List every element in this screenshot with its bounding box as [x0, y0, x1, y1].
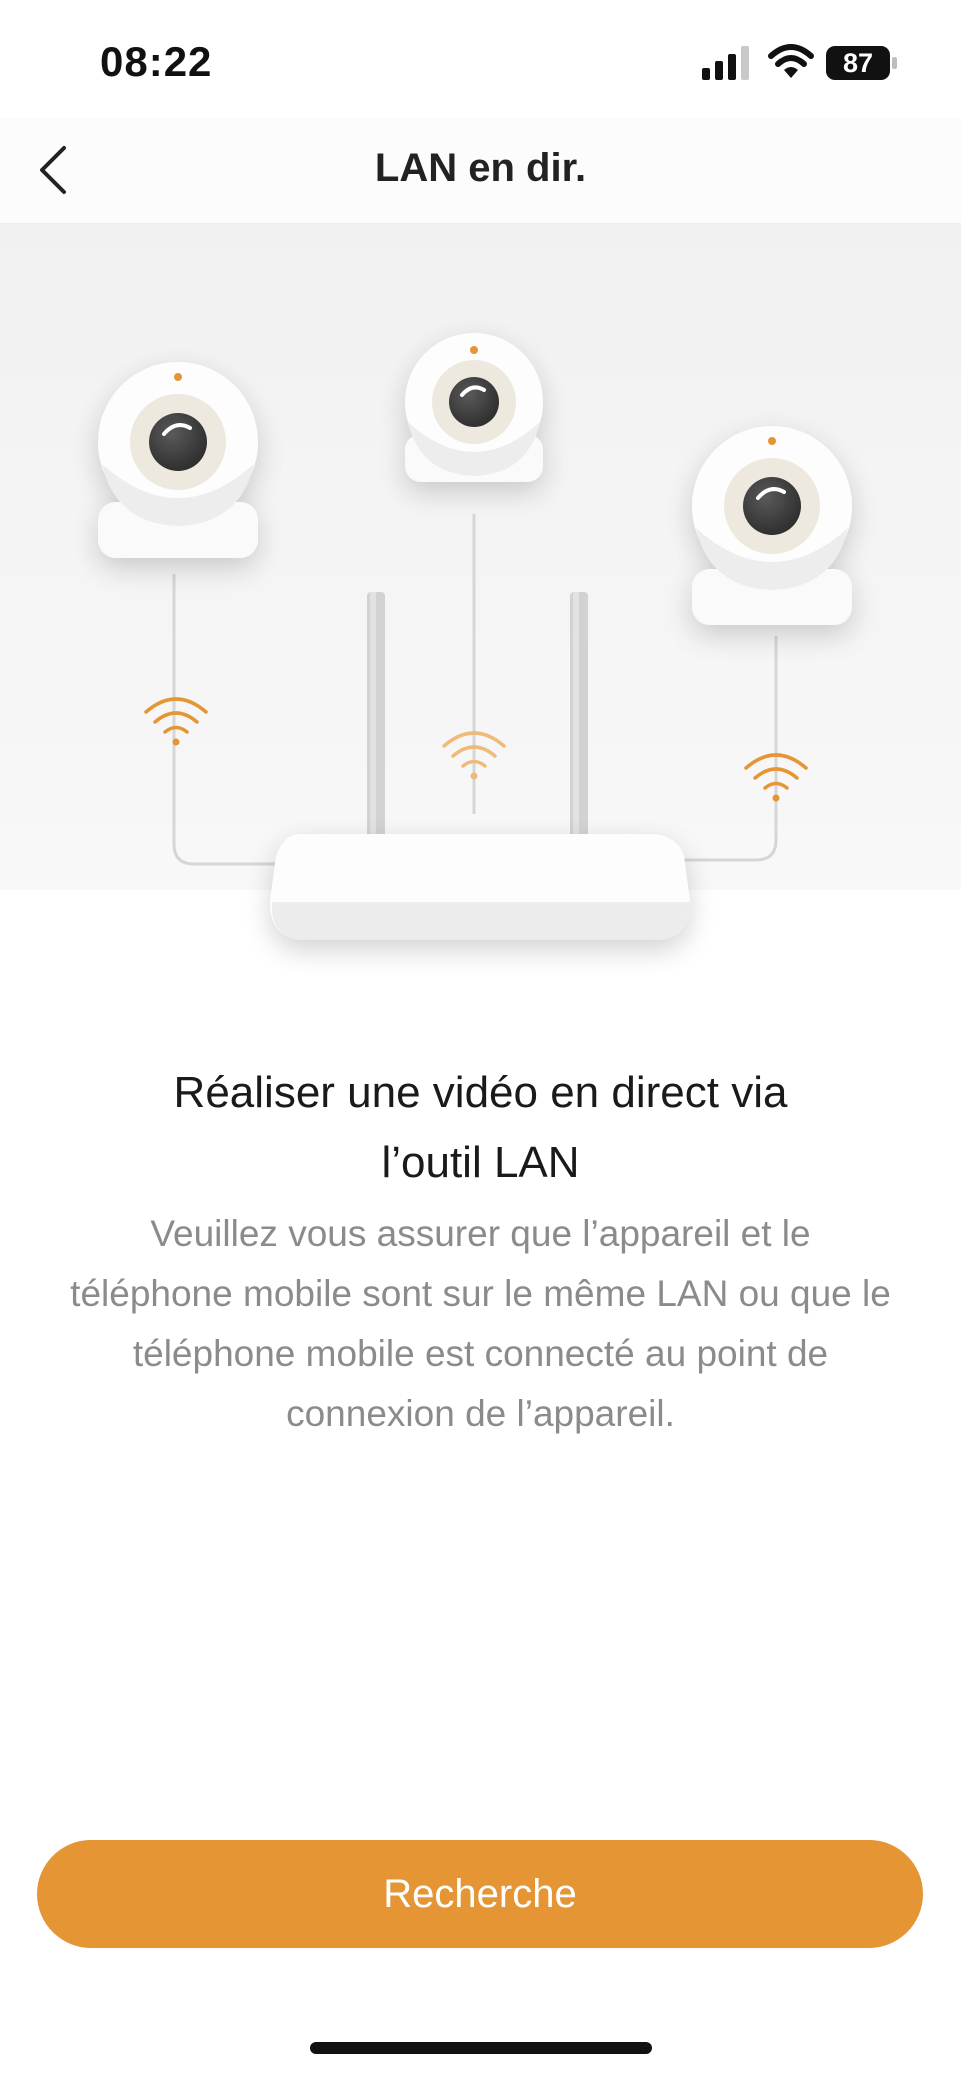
description-line: connexion de l’appareil. [286, 1393, 675, 1434]
page-title: LAN en dir. [374, 146, 587, 190]
headline-line: Réaliser une vidéo en direct via [173, 1068, 788, 1117]
description-line: téléphone mobile sont sur le même LAN ou… [70, 1273, 891, 1314]
wifi-icon [768, 44, 814, 78]
headline-line: l’outil LAN [381, 1138, 580, 1187]
router-icon [270, 834, 690, 940]
status-time: 08:22 [100, 38, 213, 85]
navigation-bar: LAN en dir. [0, 118, 961, 224]
camera-icon [98, 362, 258, 558]
camera-icon [405, 333, 543, 482]
description-line: téléphone mobile est connecté au point d… [132, 1333, 829, 1374]
cellular-signal-icon [702, 46, 749, 80]
search-button[interactable]: Recherche [37, 1840, 923, 1948]
search-button-label: Recherche [383, 1871, 577, 1916]
status-bar: 08:22 87 [0, 0, 961, 118]
description-line: Veuillez vous assurer que l’appareil et … [150, 1213, 811, 1254]
home-indicator[interactable] [310, 2042, 652, 2054]
camera-icon [692, 426, 852, 625]
battery-level: 87 [842, 48, 874, 78]
battery-icon: 87 [826, 46, 898, 80]
lan-illustration [0, 224, 961, 940]
description: Veuillez vous assurer que l’appareil et … [30, 1204, 931, 1444]
headline: Réaliser une vidéo en direct via l’outil… [60, 1058, 901, 1198]
